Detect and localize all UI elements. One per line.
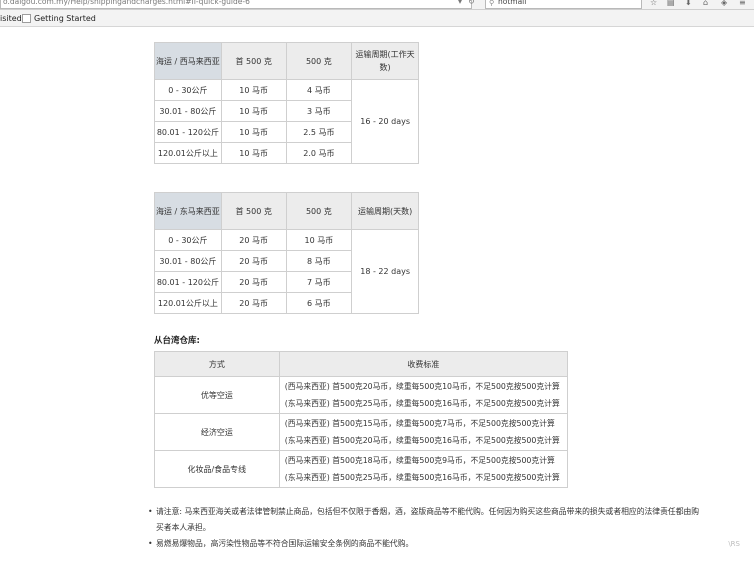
header-period: 运输周期(天数) xyxy=(351,192,419,230)
bookmark-most-visited[interactable]: isited xyxy=(0,10,22,27)
weight-range: 30.01 - 80公斤 xyxy=(154,100,222,122)
home-icon[interactable]: ⌂ xyxy=(703,0,708,7)
search-value: hotmail xyxy=(498,0,527,6)
first-price: 20 马币 xyxy=(220,229,287,251)
additional-price: 2.0 马币 xyxy=(285,142,353,164)
shipping-method: 经济空运 xyxy=(154,413,280,451)
additional-price: 7 马币 xyxy=(285,271,353,293)
header-method: 方式 xyxy=(154,351,280,377)
weight-range: 80.01 - 120公斤 xyxy=(154,271,222,293)
download-icon[interactable]: ⬇ xyxy=(685,0,692,7)
first-price: 20 马币 xyxy=(220,250,287,272)
notes-list: 请注意: 马来西亚海关或者法律管制禁止商品，包括但不仅限于香烟，酒，盗版商品等不… xyxy=(148,504,700,552)
first-price: 20 马币 xyxy=(220,292,287,314)
bookmark-star-icon[interactable]: ☆ xyxy=(650,0,657,7)
weight-range: 0 - 30公斤 xyxy=(154,229,222,251)
fee-line-east: (东马来西亚) 首500克25马币，续重每500克16马币，不足500克按500… xyxy=(284,399,560,408)
table-row: 化妆品/食品专线 (西马来西亚) 首500克18马币，续重每500克9马币，不足… xyxy=(154,450,569,488)
first-price: 10 马币 xyxy=(220,100,287,122)
additional-price: 4 马币 xyxy=(285,79,353,101)
first-price: 10 马币 xyxy=(220,79,287,101)
taiwan-air-rates-table: 方式 收费标准 优等空运 (西马来西亚) 首500克20马币，续重每500克10… xyxy=(154,351,569,488)
search-icon: ⚲ xyxy=(489,0,495,7)
bookmark-getting-started[interactable]: Getting Started xyxy=(34,10,96,27)
table-row: 经济空运 (西马来西亚) 首500克15马币，续重每500克7马币，不足500克… xyxy=(154,413,569,451)
sea-east-malaysia-table: 海运 / 东马来西亚 首 500 克 500 克 运输周期(天数) 0 - 30… xyxy=(154,192,419,314)
header-period: 运输周期(工作天数) xyxy=(351,42,419,80)
header-per-500g: 500 克 xyxy=(285,42,353,80)
additional-price: 10 马币 xyxy=(285,229,353,251)
header-fee-standard: 收费标准 xyxy=(278,351,569,377)
browser-toolbar: o.daigou.com.my/Help/shippingandcharges.… xyxy=(0,0,754,10)
header-region: 海运 / 西马来西亚 xyxy=(154,42,222,80)
header-per-500g: 500 克 xyxy=(285,192,353,230)
table-row: 优等空运 (西马来西亚) 首500克20马币，续重每500克10马币，不足500… xyxy=(154,376,569,414)
weight-range: 30.01 - 80公斤 xyxy=(154,250,222,272)
first-price: 10 马币 xyxy=(220,142,287,164)
fee-standard: (西马来西亚) 首500克18马币，续重每500克9马币，不足500克按500克… xyxy=(278,450,569,488)
table-row: 0 - 30公斤 20 马币 10 马币 18 - 22 days xyxy=(154,229,419,314)
fee-standard: (西马来西亚) 首500克15马币，续重每500克7马币，不足500克按500克… xyxy=(278,413,569,451)
additional-price: 3 马币 xyxy=(285,100,353,122)
fee-line-east: (东马来西亚) 首500克25马币，续重每500克16马币，不足500克按500… xyxy=(284,473,560,482)
page-icon xyxy=(22,14,31,23)
shipping-period: 16 - 20 days xyxy=(351,79,419,164)
additional-price: 2.5 马币 xyxy=(285,121,353,143)
shipping-period: 18 - 22 days xyxy=(351,229,419,314)
table-header-row: 海运 / 东马来西亚 首 500 克 500 克 运输周期(天数) xyxy=(154,192,419,230)
table-header-row: 方式 收费标准 xyxy=(154,351,569,377)
bookmarks-menu-icon[interactable]: ▤ xyxy=(667,0,675,7)
weight-range: 120.01公斤以上 xyxy=(154,292,222,314)
address-bar[interactable]: o.daigou.com.my/Help/shippingandcharges.… xyxy=(0,0,472,9)
fee-standard: (西马来西亚) 首500克20马币，续重每500克10马币，不足500克按500… xyxy=(278,376,569,414)
taiwan-warehouse-title: 从台湾仓库: xyxy=(154,336,200,346)
dropdown-icon[interactable]: ▾ xyxy=(458,0,462,6)
note-customs-restriction: 请注意: 马来西亚海关或者法律管制禁止商品，包括但不仅限于香烟，酒，盗版商品等不… xyxy=(148,504,700,536)
additional-price: 6 马币 xyxy=(285,292,353,314)
fee-line-west: (西马来西亚) 首500克20马币，续重每500克10马币，不足500克按500… xyxy=(284,382,560,391)
weight-range: 80.01 - 120公斤 xyxy=(154,121,222,143)
fee-line-west: (西马来西亚) 首500克18马币，续重每500克9马币，不足500克按500克… xyxy=(284,456,555,465)
header-first-500g: 首 500 克 xyxy=(220,192,287,230)
corner-watermark: \RS xyxy=(728,540,740,548)
fee-line-east: (东马来西亚) 首500克20马币，续重每500克16马币，不足500克按500… xyxy=(284,436,560,445)
shipping-method: 优等空运 xyxy=(154,376,280,414)
sea-west-malaysia-table: 海运 / 西马来西亚 首 500 克 500 克 运输周期(工作天数) 0 - … xyxy=(154,42,419,164)
weight-range: 0 - 30公斤 xyxy=(154,79,222,101)
bookmarks-bar: isited Getting Started xyxy=(0,10,754,27)
shipping-method: 化妆品/食品专线 xyxy=(154,450,280,488)
additional-price: 8 马币 xyxy=(285,250,353,272)
extension-icon[interactable]: ◈ xyxy=(721,0,727,7)
first-price: 20 马币 xyxy=(220,271,287,293)
search-input[interactable]: ⚲ hotmail xyxy=(485,0,642,9)
table-row: 0 - 30公斤 10 马币 4 马币 16 - 20 days xyxy=(154,79,419,164)
header-first-500g: 首 500 克 xyxy=(220,42,287,80)
note-dangerous-goods: 易燃易爆物品，高污染性物品等不符合国际运输安全条例的商品不能代购。 xyxy=(148,536,700,552)
header-region: 海运 / 东马来西亚 xyxy=(154,192,222,230)
fee-line-west: (西马来西亚) 首500克15马币，续重每500克7马币，不足500克按500克… xyxy=(284,419,555,428)
reload-icon[interactable]: ↻ xyxy=(468,0,475,6)
first-price: 10 马币 xyxy=(220,121,287,143)
menu-icon[interactable]: ≡ xyxy=(739,0,746,7)
table-header-row: 海运 / 西马来西亚 首 500 克 500 克 运输周期(工作天数) xyxy=(154,42,419,80)
weight-range: 120.01公斤以上 xyxy=(154,142,222,164)
